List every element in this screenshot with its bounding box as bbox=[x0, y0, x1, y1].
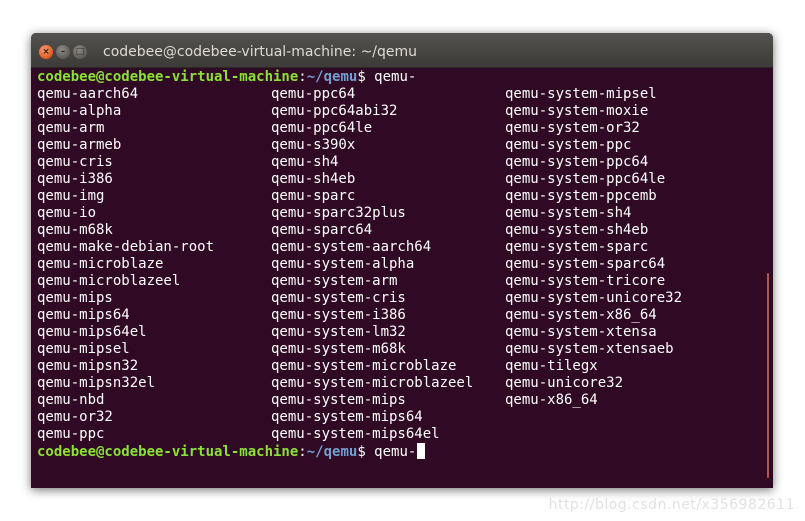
prompt-symbol: $ bbox=[357, 69, 375, 85]
completion-item: qemu-sh4eb bbox=[271, 171, 356, 187]
completion-item: qemu-make-debian-root bbox=[37, 239, 215, 255]
completion-item: qemu-system-sh4 bbox=[505, 205, 632, 221]
completion-item: qemu-aarch64 bbox=[37, 86, 139, 102]
close-icon[interactable]: × bbox=[39, 45, 53, 59]
completion-item: qemu-mipsel bbox=[37, 341, 130, 357]
terminal-output[interactable]: codebee@codebee-virtual-machine:~/qemu$ … bbox=[37, 69, 757, 479]
completion-item: qemu-ppc bbox=[37, 426, 105, 442]
completion-item: qemu-system-moxie bbox=[505, 103, 649, 119]
completion-item: qemu-mipsn32 bbox=[37, 358, 139, 374]
completion-item: qemu-x86_64 bbox=[505, 392, 598, 408]
prompt-user-host: codebee@codebee-virtual-machine bbox=[37, 69, 299, 85]
completion-item: qemu-armeb bbox=[37, 137, 122, 153]
completion-item: qemu-m68k bbox=[37, 222, 113, 238]
completion-item: qemu-system-mips bbox=[271, 392, 406, 408]
completion-item: qemu-mips64 bbox=[37, 307, 130, 323]
completion-item: qemu-microblazeel bbox=[37, 273, 181, 289]
text-cursor bbox=[417, 443, 426, 459]
completion-item: qemu-system-mips64 bbox=[271, 409, 423, 425]
completion-item: qemu-sparc bbox=[271, 188, 356, 204]
prompt-colon: : bbox=[298, 444, 307, 460]
completion-item: qemu-system-microblaze bbox=[271, 358, 457, 374]
completion-item: qemu-system-m68k bbox=[271, 341, 406, 357]
completion-item: qemu-io bbox=[37, 205, 97, 221]
completion-item: qemu-system-mipsel bbox=[505, 86, 657, 102]
completion-item: qemu-mips bbox=[37, 290, 113, 306]
completion-item: qemu-system-mips64el bbox=[271, 426, 440, 442]
prompt-colon: : bbox=[298, 69, 307, 85]
scrollbar[interactable] bbox=[767, 273, 769, 478]
completion-item: qemu-system-x86_64 bbox=[505, 307, 657, 323]
prompt-path: ~/qemu bbox=[306, 444, 358, 460]
completion-item: qemu-i386 bbox=[37, 171, 113, 187]
completion-item: qemu-ppc64le bbox=[271, 120, 373, 136]
completion-item: qemu-system-aarch64 bbox=[271, 239, 432, 255]
completion-item: qemu-mipsn32el bbox=[37, 375, 156, 391]
completion-item: qemu-system-xtensa bbox=[505, 324, 657, 340]
completion-item: qemu-s390x bbox=[271, 137, 356, 153]
prompt-user-host: codebee@codebee-virtual-machine bbox=[37, 444, 299, 460]
completion-item: qemu-sh4 bbox=[271, 154, 339, 170]
completion-item: qemu-system-cris bbox=[271, 290, 406, 306]
completion-item: qemu-or32 bbox=[37, 409, 113, 425]
completion-item: qemu-img bbox=[37, 188, 105, 204]
completion-item: qemu-system-microblazeel bbox=[271, 375, 474, 391]
completion-item: qemu-tilegx bbox=[505, 358, 598, 374]
maximize-icon[interactable]: □ bbox=[73, 45, 87, 59]
completion-item: qemu-sparc32plus bbox=[271, 205, 406, 221]
completion-item: qemu-system-tricore bbox=[505, 273, 666, 289]
completion-item: qemu-system-unicore32 bbox=[505, 290, 683, 306]
prompt-line-current[interactable]: codebee@codebee-virtual-machine:~/qemu$ … bbox=[37, 443, 426, 460]
prompt-symbol: $ bbox=[357, 444, 375, 460]
completion-item: qemu-system-or32 bbox=[505, 120, 640, 136]
minimize-icon[interactable]: – bbox=[56, 45, 70, 59]
completion-item: qemu-system-sparc64 bbox=[505, 256, 666, 272]
completion-item: qemu-system-sparc bbox=[505, 239, 649, 255]
completion-item: qemu-nbd bbox=[37, 392, 105, 408]
prompt-line-first: codebee@codebee-virtual-machine:~/qemu$ … bbox=[37, 69, 416, 86]
title-bar[interactable]: × – □ codebee@codebee-virtual-machine: ~… bbox=[31, 33, 773, 68]
completion-item: qemu-ppc64abi32 bbox=[271, 103, 398, 119]
completion-item: qemu-system-i386 bbox=[271, 307, 406, 323]
completion-item: qemu-system-lm32 bbox=[271, 324, 406, 340]
window-title: codebee@codebee-virtual-machine: ~/qemu bbox=[103, 44, 418, 60]
prompt-command: qemu- bbox=[374, 69, 417, 85]
completion-item: qemu-system-ppc64le bbox=[505, 171, 666, 187]
prompt-path: ~/qemu bbox=[306, 69, 358, 85]
completion-item: qemu-microblaze bbox=[37, 256, 164, 272]
completion-item: qemu-cris bbox=[37, 154, 113, 170]
watermark: http://blog.csdn.net/x356982611 bbox=[548, 497, 795, 513]
completion-item: qemu-mips64el bbox=[37, 324, 147, 340]
completion-item: qemu-system-xtensaeb bbox=[505, 341, 674, 357]
completion-item: qemu-system-ppcemb bbox=[505, 188, 657, 204]
completion-item: qemu-system-arm bbox=[271, 273, 398, 289]
completion-item: qemu-system-sh4eb bbox=[505, 222, 649, 238]
completion-item: qemu-sparc64 bbox=[271, 222, 373, 238]
prompt-command-input[interactable]: qemu- bbox=[374, 444, 416, 460]
completion-item: qemu-arm bbox=[37, 120, 105, 136]
completion-item: qemu-system-ppc64 bbox=[505, 154, 649, 170]
completion-item: qemu-alpha bbox=[37, 103, 122, 119]
completion-item: qemu-ppc64 bbox=[271, 86, 356, 102]
terminal-window: × – □ codebee@codebee-virtual-machine: ~… bbox=[31, 33, 773, 488]
completion-item: qemu-unicore32 bbox=[505, 375, 624, 391]
completion-item: qemu-system-alpha bbox=[271, 256, 415, 272]
completion-item: qemu-system-ppc bbox=[505, 137, 632, 153]
